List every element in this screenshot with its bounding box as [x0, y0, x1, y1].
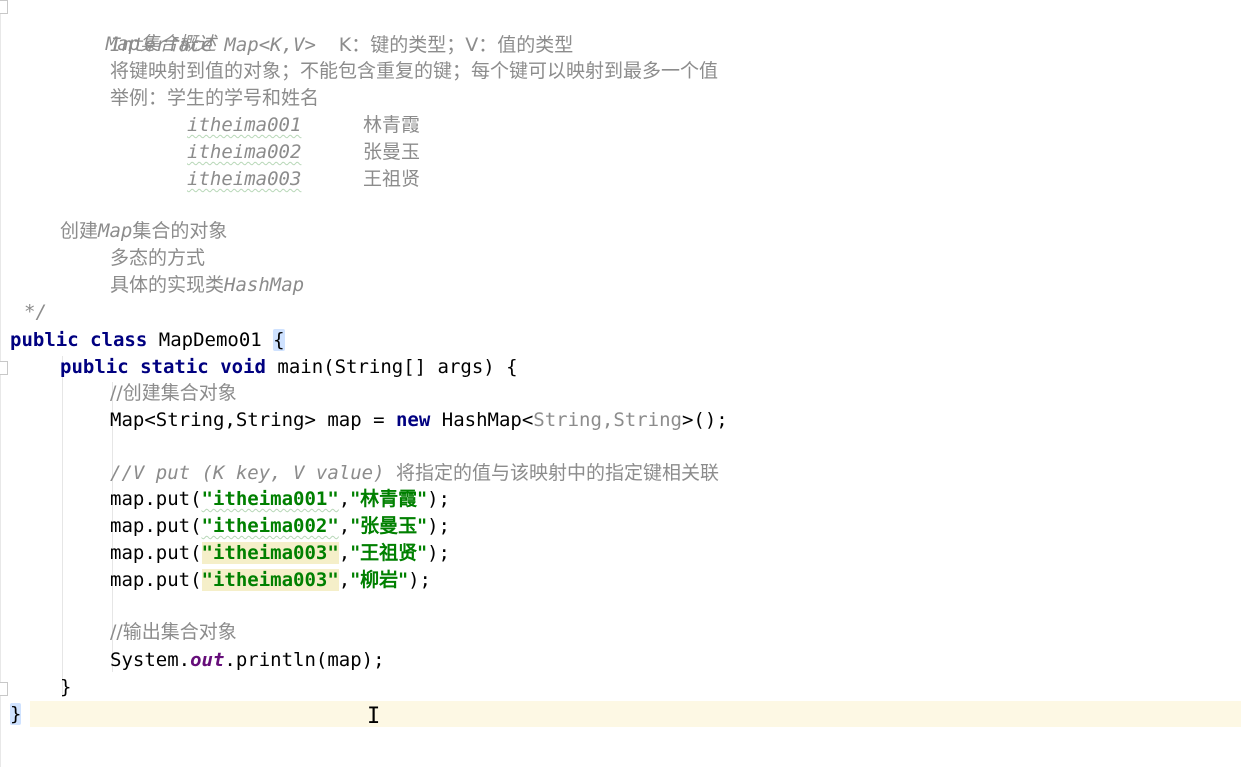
class-name: MapDemo01	[158, 329, 262, 351]
method-close-brace: }	[60, 676, 72, 698]
println-field: out	[190, 649, 225, 671]
comment-example-row: itheima002	[187, 139, 301, 165]
class-close-brace: }	[10, 703, 22, 725]
example-name: 王祖贤	[363, 168, 421, 190]
comment-create: //创建集合对象	[110, 382, 237, 404]
put-prefix: map.put(	[110, 542, 202, 564]
method-declaration: public static void main(String[] args) {	[60, 354, 518, 380]
put-statement: map.put("itheima001","林青霞");	[110, 486, 450, 512]
current-line-highlight	[30, 701, 1241, 727]
comment-line: 多态的方式	[110, 245, 205, 271]
comment-close-text: */	[24, 301, 47, 323]
open-brace: {	[273, 329, 285, 351]
indent-guide	[62, 356, 63, 696]
comment-line: 创建Map集合的对象	[60, 218, 227, 244]
comment-put-code: //V put (K key, V value)	[110, 462, 396, 484]
comment-line: //创建集合对象	[110, 380, 237, 406]
println-suffix: .println(map);	[224, 649, 385, 671]
comment-close: */	[24, 299, 47, 325]
keyword-void: void	[220, 356, 266, 378]
comment-line: Interface Map<K,V> K：键的类型；V：值的类型	[110, 32, 573, 58]
put-end: );	[427, 542, 450, 564]
put-value: "柳岩"	[350, 569, 409, 591]
fold-marker[interactable]	[0, 361, 8, 375]
main-signature: main(String[] args) {	[277, 356, 518, 378]
println-prefix: System.	[110, 649, 191, 671]
fold-marker[interactable]	[0, 0, 8, 14]
println-statement: System.out.println(map);	[110, 647, 385, 673]
keyword-public: public	[10, 329, 79, 351]
text-cursor-icon: I	[367, 704, 381, 729]
method-close: }	[60, 674, 71, 700]
map-decl-left: Map<String,String> map =	[110, 409, 396, 431]
fold-marker[interactable]	[0, 682, 8, 696]
put-statement: map.put("itheima003","柳岩");	[110, 567, 431, 593]
comment-example-row: 王祖贤	[363, 166, 420, 192]
comment-example-row: itheima003	[187, 166, 301, 192]
put-prefix: map.put(	[110, 515, 202, 537]
comment-interface-code: Interface Map<K,V>	[110, 34, 316, 56]
comment-line: 具体的实现类HashMap	[110, 272, 304, 298]
comment-create-code: Map	[98, 220, 133, 242]
comment-example-row: 张曼玉	[363, 139, 420, 165]
example-id: itheima002	[187, 141, 302, 163]
comment-example-row: itheima001	[187, 112, 301, 138]
class-declaration: public class MapDemo01 {	[10, 327, 285, 353]
map-decl-end: >();	[681, 409, 728, 431]
comment-create-suffix: 集合的对象	[132, 220, 228, 242]
put-statement: map.put("itheima002","张曼玉");	[110, 513, 450, 539]
put-key: "itheima002"	[201, 515, 339, 537]
comment-impl-code: HashMap	[224, 274, 305, 296]
comment-desc: 将键映射到值的对象；不能包含重复的键；每个键可以映射到最多一个值	[110, 60, 719, 82]
comment-example-heading: 举例：学生的学号和姓名	[110, 87, 320, 109]
gutter-border	[0, 0, 1, 767]
put-sep: ,	[338, 488, 351, 510]
keyword-class: class	[90, 329, 148, 351]
put-value: "林青霞"	[350, 488, 428, 510]
example-id: itheima003	[187, 168, 302, 190]
map-declaration: Map<String,String> map = new HashMap<Str…	[110, 407, 728, 433]
comment-put-cn: 将指定的值与该映射中的指定键相关联	[395, 462, 719, 484]
keyword-static: static	[140, 356, 209, 378]
comment-line: //V put (K key, V value) 将指定的值与该映射中的指定键相…	[110, 460, 719, 486]
put-prefix: map.put(	[110, 488, 202, 510]
comment-interface-desc: K：键的类型；V：值的类型	[338, 34, 574, 56]
comment-poly: 多态的方式	[110, 247, 206, 269]
put-sep: ,	[338, 542, 351, 564]
example-name: 林青霞	[363, 114, 421, 136]
example-id: itheima001	[187, 114, 302, 136]
comment-line: 将键映射到值的对象；不能包含重复的键；每个键可以映射到最多一个值	[110, 58, 718, 84]
example-name: 张曼玉	[363, 141, 421, 163]
put-key: "itheima003"	[201, 542, 339, 564]
code-editor[interactable]: Map集合概述 Interface Map<K,V> K：键的类型；V：值的类型…	[0, 0, 1241, 767]
put-value: "王祖贤"	[350, 542, 428, 564]
put-sep: ,	[338, 569, 351, 591]
put-key: "itheima001"	[201, 488, 339, 510]
comment-impl-prefix: 具体的实现类	[110, 274, 225, 296]
put-end: );	[427, 488, 450, 510]
put-value: "张曼玉"	[350, 515, 428, 537]
comment-create-prefix: 创建	[60, 220, 99, 242]
map-decl-generic: String,String	[533, 409, 682, 431]
put-end: );	[427, 515, 450, 537]
comment-line: Map集合概述	[60, 5, 216, 55]
comment-line: 举例：学生的学号和姓名	[110, 85, 319, 111]
put-key: "itheima003"	[201, 569, 339, 591]
put-statement: map.put("itheima003","王祖贤");	[110, 540, 450, 566]
class-close: }	[10, 701, 22, 727]
map-decl-class: HashMap<	[430, 409, 534, 431]
keyword-new: new	[395, 409, 431, 431]
put-sep: ,	[338, 515, 351, 537]
put-end: );	[408, 569, 431, 591]
comment-line: //输出集合对象	[110, 619, 237, 645]
comment-example-row: 林青霞	[363, 112, 420, 138]
comment-output: //输出集合对象	[110, 621, 237, 643]
keyword-public: public	[60, 356, 129, 378]
put-prefix: map.put(	[110, 569, 202, 591]
